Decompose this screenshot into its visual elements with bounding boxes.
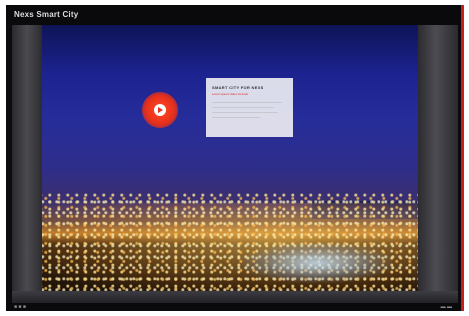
- harbor-lights: [242, 243, 392, 283]
- window-frame-left: [12, 25, 42, 305]
- bottom-right-controls[interactable]: ▬ ▬: [441, 304, 452, 310]
- bottom-bar: ■ ■ ■ ▬ ▬: [6, 303, 464, 311]
- panel-title: SMART CITY FOR NEXS: [212, 85, 264, 90]
- window-frame-right: [418, 25, 458, 305]
- panel-subtitle: Lorem ipsum dolor sit amet: [212, 92, 249, 96]
- app-title: Nexs Smart City: [14, 10, 79, 19]
- panel-text-line: [212, 107, 274, 108]
- city-night-scene: [12, 25, 458, 299]
- info-panel: SMART CITY FOR NEXS Lorem ipsum dolor si…: [206, 78, 293, 137]
- play-icon: [154, 104, 166, 116]
- window-sill: [12, 291, 458, 303]
- title-bar: Nexs Smart City: [6, 5, 464, 25]
- right-accent-strip: [461, 5, 464, 311]
- panel-text-line: [212, 102, 282, 103]
- app-window: Nexs Smart City SMART CITY FOR NEXS Lore…: [6, 5, 464, 311]
- menu-icons[interactable]: ■ ■ ■: [14, 304, 26, 310]
- panel-text-line: [212, 112, 278, 113]
- play-hotspot-button[interactable]: [142, 92, 178, 128]
- panel-text-line: [212, 117, 260, 118]
